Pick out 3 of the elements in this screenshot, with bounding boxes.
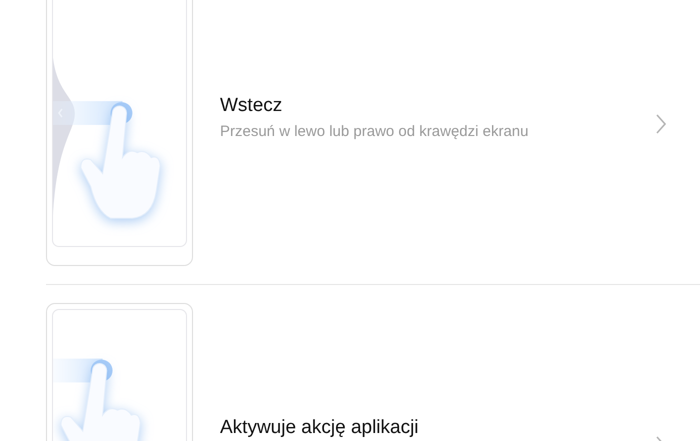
gesture-title: Aktywuje akcję aplikacji — [220, 417, 419, 439]
gesture-description: Przesuń w lewo lub prawo od krawędzi ekranu — [220, 122, 528, 142]
gesture-title: Wstecz — [220, 95, 284, 117]
